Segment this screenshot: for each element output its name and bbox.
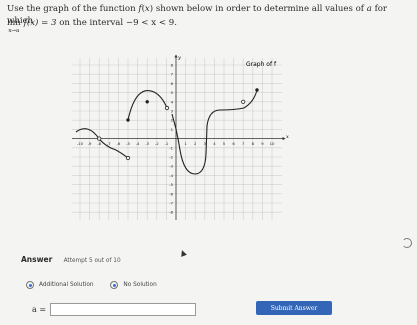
svg-text:-9: -9: [88, 141, 92, 146]
plus-icon[interactable]: [26, 281, 34, 289]
svg-text:-8: -8: [97, 141, 101, 146]
svg-text:6: 6: [232, 141, 235, 146]
mouse-cursor-icon: [179, 249, 187, 257]
svg-text:-2: -2: [155, 141, 159, 146]
svg-text:2: 2: [194, 141, 197, 146]
answer-options: Additional Solution No Solution: [26, 281, 172, 291]
graph-of-f: x y Graph of f -10 -9 -8 -7 -6 -5 -4 -3 -2 -1 1 2 3 4…: [72, 54, 289, 220]
svg-text:-2: -2: [169, 155, 173, 160]
svg-text:-3: -3: [169, 164, 173, 169]
no-solution-option[interactable]: No Solution: [110, 281, 157, 289]
svg-text:8: 8: [252, 141, 255, 146]
limit-statement: lim x→a f(x) = 3 on the interval −9 < x …: [7, 18, 177, 34]
svg-text:-7: -7: [107, 141, 111, 146]
y-axis-label: y: [177, 55, 181, 61]
svg-text:-8: -8: [169, 210, 173, 215]
question-part: Use the graph of the function: [7, 4, 139, 14]
svg-text:1: 1: [184, 141, 187, 146]
input-label: a =: [32, 305, 47, 314]
answer-input[interactable]: [50, 303, 197, 316]
svg-text:-3: -3: [145, 141, 149, 146]
curve-points: [97, 88, 259, 161]
interval: −9 < x < 9.: [125, 18, 177, 28]
svg-text:-7: -7: [169, 201, 173, 206]
svg-text:7: 7: [242, 141, 245, 146]
svg-text:-4: -4: [169, 173, 173, 178]
refresh-icon[interactable]: [402, 238, 412, 248]
svg-text:4: 4: [213, 141, 216, 146]
limit-expression: f(x) = 3: [23, 18, 57, 28]
graph-title: Graph of f: [246, 61, 277, 68]
svg-text:-5: -5: [169, 182, 173, 187]
answer-label: Answer: [21, 255, 53, 264]
svg-text:-5: -5: [126, 141, 130, 146]
svg-text:9: 9: [261, 141, 264, 146]
attempt-counter: Attempt 5 out of 10: [63, 258, 121, 264]
minus-icon[interactable]: [110, 281, 119, 289]
svg-text:-1: -1: [169, 145, 173, 150]
submit-answer-button[interactable]: Submit Answer: [256, 301, 332, 315]
svg-text:10: 10: [270, 141, 275, 146]
answer-header: Answer Attempt 5 out of 10: [21, 255, 121, 264]
interval-text: on the interval: [56, 18, 126, 28]
svg-text:5: 5: [223, 141, 226, 146]
x-axis-label: x: [286, 134, 289, 140]
function-name: f: [138, 4, 142, 14]
additional-solution-label: Additional Solution: [39, 282, 94, 288]
svg-text:-6: -6: [169, 191, 173, 196]
question-part: shown below in order to determine all va…: [153, 4, 367, 14]
svg-text:-4: -4: [136, 141, 140, 146]
no-solution-label: No Solution: [123, 282, 157, 288]
svg-text:-1: -1: [165, 141, 169, 146]
svg-text:-10: -10: [77, 141, 84, 146]
answer-input-row: a =: [32, 303, 197, 316]
additional-solution-option[interactable]: Additional Solution: [26, 281, 94, 289]
svg-text:-6: -6: [117, 141, 121, 146]
limit-operator: lim x→a: [7, 18, 21, 34]
